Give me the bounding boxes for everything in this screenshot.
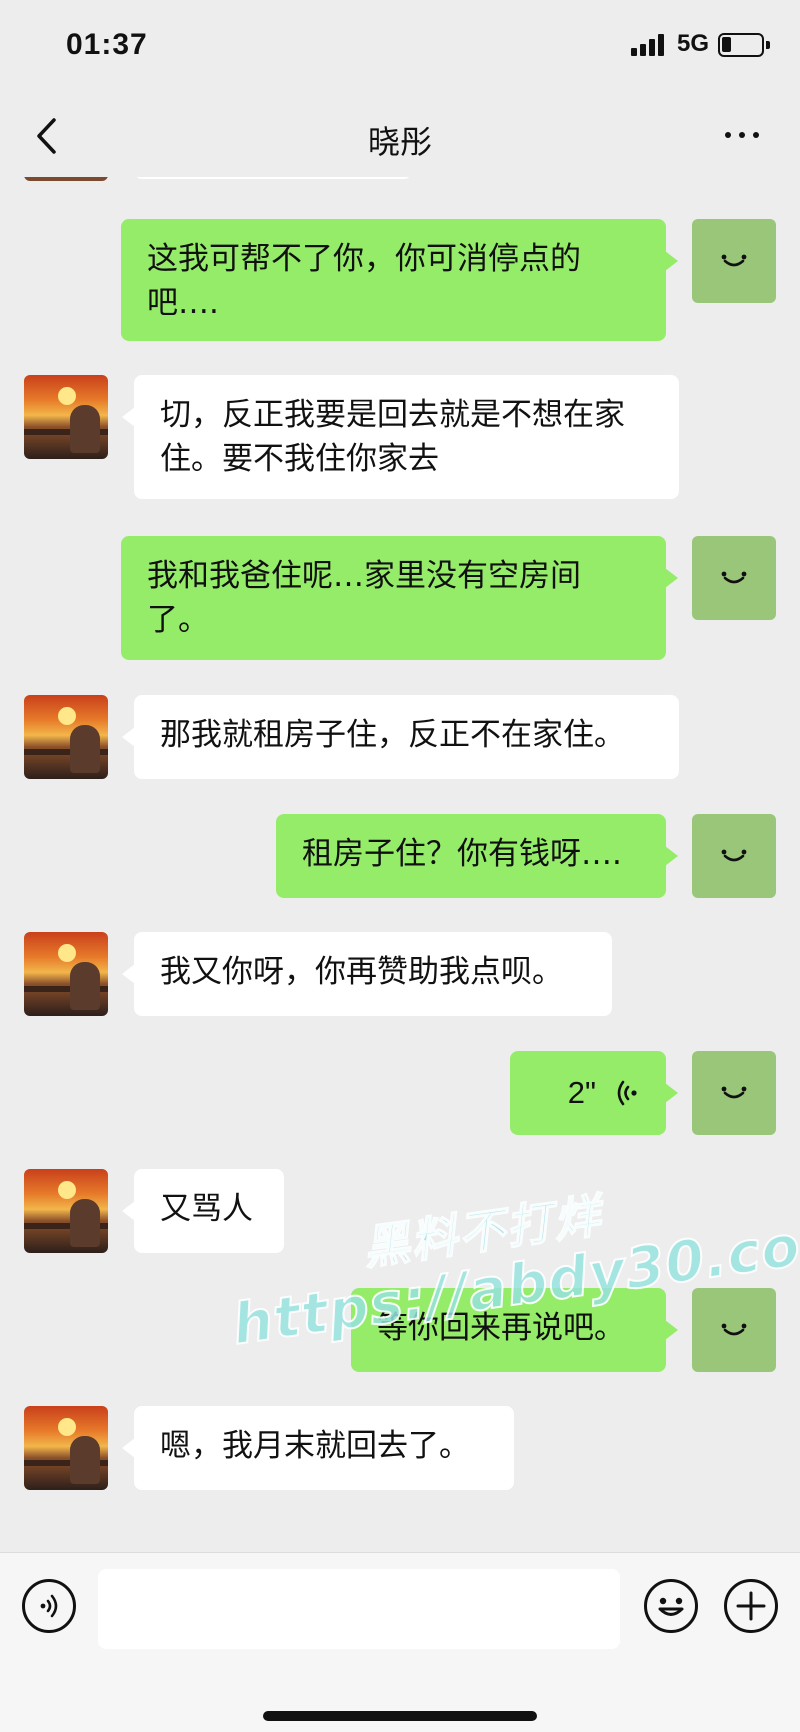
message-bubble[interactable]: 我和我爸住呢…家里没有空房间了。 bbox=[121, 536, 678, 660]
input-bar bbox=[0, 1552, 800, 1732]
avatar[interactable] bbox=[692, 536, 776, 620]
message-bubble[interactable]: 我又你呀，你再赞助我点呗。 bbox=[122, 932, 612, 1016]
smile-icon bbox=[721, 1323, 747, 1336]
voice-duration: 2" bbox=[567, 1075, 596, 1110]
message-bubble[interactable]: 切，反正我要是回去就是不想在家住。要不我住你家去 bbox=[122, 375, 679, 499]
message-bubble[interactable]: 又骂人 bbox=[122, 1169, 284, 1253]
avatar[interactable] bbox=[692, 1288, 776, 1372]
avatar[interactable] bbox=[24, 375, 108, 459]
avatar[interactable] bbox=[24, 177, 108, 181]
avatar[interactable] bbox=[24, 1406, 108, 1490]
message-bubble[interactable]: 嗯，我月末就回去了。 bbox=[122, 1406, 514, 1490]
avatar[interactable] bbox=[692, 1051, 776, 1135]
smile-icon bbox=[721, 254, 747, 267]
voice-wave-icon bbox=[617, 1080, 637, 1106]
chat-title: 晓彤 bbox=[367, 123, 432, 161]
smile-icon bbox=[721, 1086, 747, 1099]
plus-button[interactable] bbox=[724, 1579, 778, 1633]
voice-message-bubble[interactable]: 2" bbox=[510, 1051, 678, 1135]
message-bubble[interactable]: 这我可帮不了你，你可消停点的吧…. bbox=[121, 219, 678, 341]
chat-area[interactable]: 这我可帮不了你，你可消停点的吧…. 切，反正我要是回去就是不想在家住。要不我住你… bbox=[0, 177, 800, 1552]
avatar[interactable] bbox=[24, 932, 108, 1016]
smile-icon bbox=[721, 849, 747, 862]
battery-icon bbox=[718, 33, 770, 57]
status-bar: 01:37 5G bbox=[0, 0, 800, 90]
network-type: 5G bbox=[677, 30, 710, 57]
emoji-icon bbox=[658, 1597, 684, 1616]
emoji-button[interactable] bbox=[644, 1579, 698, 1633]
avatar[interactable] bbox=[692, 219, 776, 303]
message-bubble-partial bbox=[134, 177, 412, 179]
avatar[interactable] bbox=[692, 814, 776, 898]
smile-icon bbox=[721, 571, 747, 584]
voice-wave-icon bbox=[40, 1594, 58, 1618]
message-bubble[interactable]: 那我就租房子住，反正不在家住。 bbox=[122, 695, 679, 779]
more-button[interactable] bbox=[712, 115, 772, 155]
more-dots-icon bbox=[725, 132, 731, 138]
signal-icon bbox=[631, 34, 667, 56]
chat-header: 晓彤 bbox=[0, 95, 800, 177]
home-indicator bbox=[263, 1711, 537, 1721]
avatar[interactable] bbox=[24, 695, 108, 779]
voice-input-button[interactable] bbox=[22, 1579, 76, 1633]
avatar[interactable] bbox=[24, 1169, 108, 1253]
message-bubble[interactable]: 租房子住？你有钱呀…. bbox=[276, 814, 678, 898]
message-input[interactable] bbox=[98, 1569, 620, 1649]
message-bubble[interactable]: 等你回来再说吧。 bbox=[351, 1288, 678, 1372]
status-time: 01:37 bbox=[66, 28, 148, 61]
plus-circle-icon bbox=[736, 1591, 766, 1621]
